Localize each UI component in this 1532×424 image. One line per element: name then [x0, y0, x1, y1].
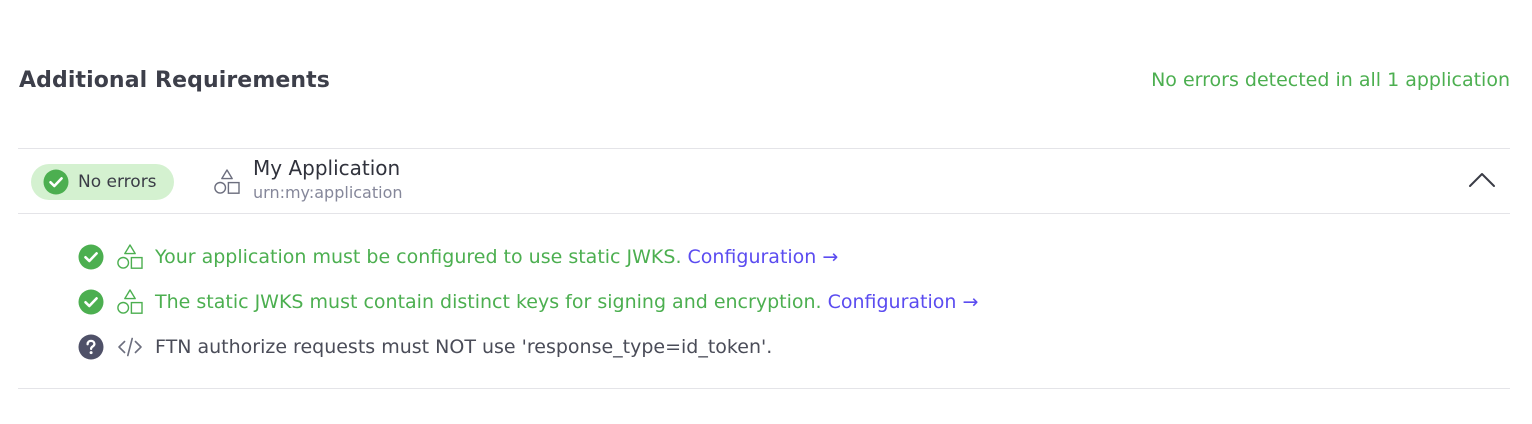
question-circle-icon [78, 334, 104, 359]
requirements-list: Your application must be configured to u… [18, 214, 1510, 388]
section-title: Additional Requirements [19, 67, 330, 93]
application-urn: urn:my:application [253, 183, 403, 202]
check-circle-icon [78, 289, 104, 314]
requirement-item: FTN authorize requests must NOT use 'res… [78, 324, 1510, 369]
application-card: No errors My Application urn:my:applicat… [18, 148, 1510, 389]
requirement-item: The static JWKS must contain distinct ke… [78, 279, 1510, 324]
status-label: No errors [78, 172, 157, 192]
configuration-link[interactable]: Configuration → [828, 291, 979, 313]
code-icon [118, 337, 142, 356]
check-circle-icon [78, 244, 104, 269]
section-header: Additional Requirements No errors detect… [19, 60, 1510, 100]
validation-summary: No errors detected in all 1 application [1151, 69, 1510, 91]
additional-requirements-panel: Additional Requirements No errors detect… [0, 0, 1532, 424]
requirement-text: Your application must be configured to u… [155, 245, 682, 268]
requirement-text: The static JWKS must contain distinct ke… [155, 290, 822, 313]
requirement-item: Your application must be configured to u… [78, 234, 1510, 279]
shapes-icon [117, 288, 143, 314]
shapes-icon [214, 169, 240, 194]
status-badge: No errors [31, 164, 174, 200]
shapes-icon [117, 243, 143, 269]
configuration-link[interactable]: Configuration → [687, 246, 838, 268]
application-row[interactable]: No errors My Application urn:my:applicat… [18, 149, 1510, 214]
chevron-up-icon[interactable] [1466, 169, 1498, 191]
application-name: My Application [253, 156, 401, 180]
check-circle-icon [43, 169, 69, 195]
requirement-text: FTN authorize requests must NOT use 'res… [155, 335, 773, 358]
